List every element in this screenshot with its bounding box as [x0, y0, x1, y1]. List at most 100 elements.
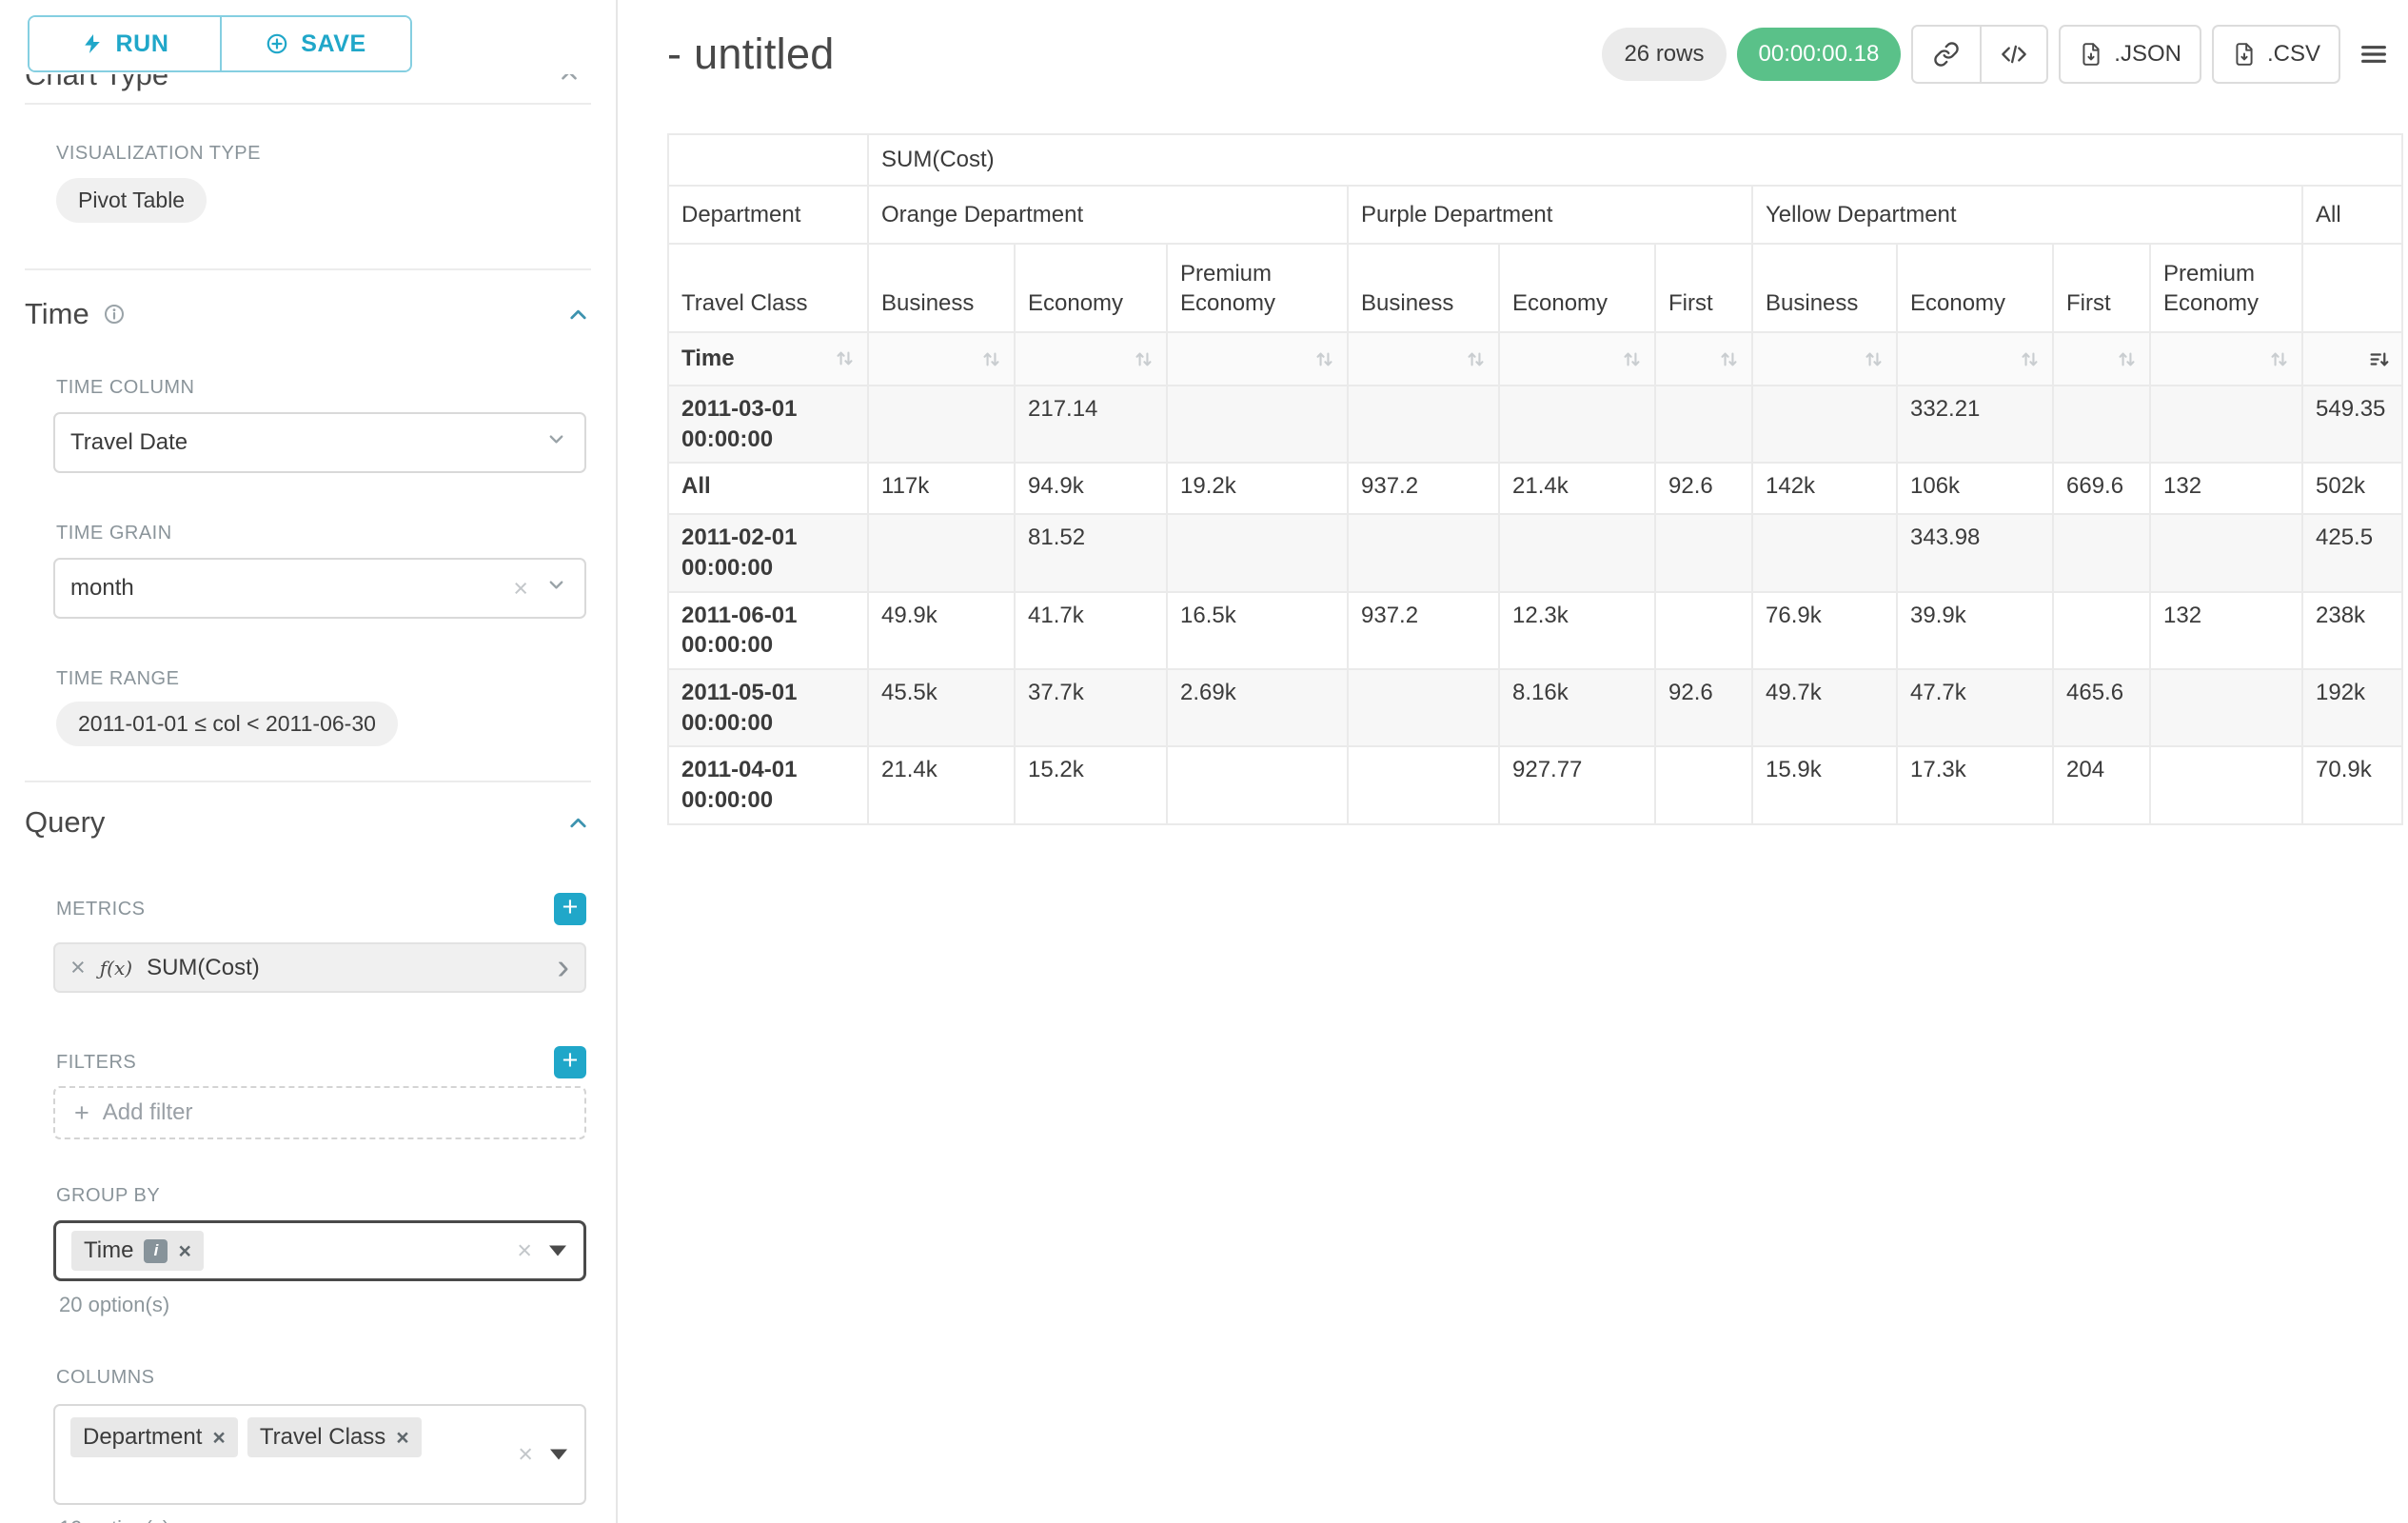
filters-label: FILTERS	[56, 1052, 136, 1074]
pivot-sort-cell[interactable]	[2053, 332, 2150, 386]
export-json-label: .JSON	[2114, 41, 2181, 68]
add-filter-button[interactable]: + Add filter	[53, 1086, 586, 1139]
pivot-sort-cell[interactable]	[2302, 332, 2402, 386]
chart-menu-button[interactable]	[2359, 39, 2389, 69]
query-section-header[interactable]: Query	[25, 781, 591, 840]
metric-chip[interactable]: × ƒ(x) SUM(Cost) ›	[53, 942, 586, 993]
pivot-value-cell: 132	[2150, 592, 2302, 669]
clear-icon[interactable]: ×	[518, 1442, 533, 1468]
sort-icon[interactable]	[1622, 349, 1642, 369]
export-csv-button[interactable]: .CSV	[2212, 25, 2340, 84]
add-filter-label: Add filter	[103, 1099, 193, 1126]
group-by-tag[interactable]: Time i ×	[71, 1231, 204, 1271]
pivot-time-header[interactable]: Time	[668, 332, 868, 386]
remove-tag-icon[interactable]: ×	[178, 1240, 190, 1262]
sort-icon[interactable]	[2269, 349, 2289, 369]
pivot-sort-cell[interactable]	[868, 332, 1015, 386]
action-button-row: RUN SAVE	[28, 15, 616, 72]
export-json-button[interactable]: .JSON	[2059, 25, 2201, 84]
add-filter-plus-button[interactable]: +	[554, 1046, 586, 1078]
plus-icon: +	[563, 894, 579, 921]
sort-icon[interactable]	[835, 348, 855, 368]
pivot-value-cell	[1348, 386, 1499, 463]
pivot-value-cell	[2053, 386, 2150, 463]
clear-icon[interactable]: ×	[513, 576, 528, 602]
visualization-type-label: VISUALIZATION TYPE	[56, 143, 616, 165]
pivot-sort-cell[interactable]	[2150, 332, 2302, 386]
sort-icon[interactable]	[1719, 349, 1739, 369]
columns-tag[interactable]: Department ×	[70, 1417, 238, 1457]
pivot-value-cell: 2.69k	[1167, 669, 1348, 746]
pivot-value-cell: 549.35	[2302, 386, 2402, 463]
chart-header: - untitled 26 rows 00:00:00.18 .JSON	[667, 25, 2389, 84]
run-button[interactable]: RUN	[30, 17, 220, 70]
group-by-select[interactable]: Time i × ×	[53, 1220, 586, 1281]
clear-icon[interactable]: ×	[517, 1238, 532, 1264]
pivot-value-cell	[1752, 386, 1897, 463]
pivot-sort-cell[interactable]	[1167, 332, 1348, 386]
columns-select[interactable]: Department × Travel Class × ×	[53, 1404, 586, 1505]
save-button-label: SAVE	[301, 30, 366, 58]
pivot-value-cell: 332.21	[1897, 386, 2053, 463]
chevron-down-icon[interactable]	[545, 574, 567, 603]
pivot-sort-cell[interactable]	[1499, 332, 1655, 386]
pivot-value-cell	[1655, 386, 1752, 463]
tag-label: Department	[83, 1424, 202, 1451]
time-grain-select[interactable]: month ×	[53, 558, 586, 619]
time-range-value[interactable]: 2011-01-01 ≤ col < 2011-06-30	[56, 702, 398, 746]
pivot-value-cell: 21.4k	[868, 746, 1015, 823]
pivot-value-cell: 94.9k	[1015, 463, 1167, 514]
query-timer-badge: 00:00:00.18	[1737, 28, 1902, 81]
sort-icon[interactable]	[1466, 349, 1486, 369]
chevron-up-icon[interactable]	[565, 810, 591, 836]
pivot-value-cell	[2150, 514, 2302, 591]
superset-explore-page: RUN SAVE Chart Type VISUALIZATION TYPE P…	[0, 0, 2408, 1523]
pivot-class-header: Premium Economy	[1167, 244, 1348, 332]
pivot-value-cell: 238k	[2302, 592, 2402, 669]
pivot-value-cell	[868, 386, 1015, 463]
sort-icon[interactable]	[1864, 349, 1884, 369]
run-save-button-group: RUN SAVE	[28, 15, 412, 72]
columns-tag[interactable]: Travel Class ×	[247, 1417, 422, 1457]
sort-icon[interactable]	[981, 349, 1001, 369]
pivot-value-cell	[1752, 514, 1897, 591]
pivot-sort-cell[interactable]	[1348, 332, 1499, 386]
sort-icon[interactable]	[2117, 349, 2137, 369]
chevron-down-icon[interactable]	[550, 1450, 567, 1460]
function-icon: ƒ(x)	[100, 957, 132, 979]
time-section-header[interactable]: Time	[25, 268, 591, 331]
time-section-title: Time	[25, 297, 89, 331]
metrics-label: METRICS	[56, 899, 146, 920]
pivot-row-label: 2011-03-01 00:00:00	[668, 386, 868, 463]
embed-code-button[interactable]	[1980, 27, 2046, 82]
pivot-value-cell	[1167, 514, 1348, 591]
chevron-down-icon[interactable]	[545, 428, 567, 457]
sort-icon[interactable]	[1134, 349, 1154, 369]
time-column-select[interactable]: Travel Date	[53, 412, 586, 473]
pivot-sort-cell[interactable]	[1655, 332, 1752, 386]
remove-tag-icon[interactable]: ×	[212, 1427, 225, 1449]
chevron-right-icon[interactable]: ›	[557, 957, 569, 979]
sort-icon[interactable]	[2020, 349, 2040, 369]
sort-icon[interactable]	[1314, 349, 1334, 369]
save-button[interactable]: SAVE	[220, 17, 410, 70]
pivot-sort-cell[interactable]	[1015, 332, 1167, 386]
file-download-icon	[2079, 42, 2103, 67]
pivot-sort-cell[interactable]	[1752, 332, 1897, 386]
visualization-type-value[interactable]: Pivot Table	[56, 178, 207, 223]
chevron-up-icon[interactable]	[565, 302, 591, 327]
remove-tag-icon[interactable]: ×	[396, 1427, 408, 1449]
chart-header-actions: 26 rows 00:00:00.18 .JSON .CSV	[1602, 25, 2389, 84]
pivot-value-cell: 12.3k	[1499, 592, 1655, 669]
pivot-sort-cell[interactable]	[1897, 332, 2053, 386]
file-download-icon	[2232, 42, 2257, 67]
table-row: 2011-04-01 00:00:0021.4k15.2k927.7715.9k…	[668, 746, 2402, 823]
chevron-down-icon[interactable]	[549, 1246, 566, 1256]
remove-metric-icon[interactable]: ×	[70, 955, 86, 980]
pivot-value-cell: 70.9k	[2302, 746, 2402, 823]
copy-link-button[interactable]	[1913, 27, 1980, 82]
chart-title[interactable]: - untitled	[667, 30, 835, 79]
sort-descending-icon[interactable]	[2369, 349, 2389, 369]
add-metric-button[interactable]: +	[554, 893, 586, 925]
pivot-class-header: Economy	[1897, 244, 2053, 332]
